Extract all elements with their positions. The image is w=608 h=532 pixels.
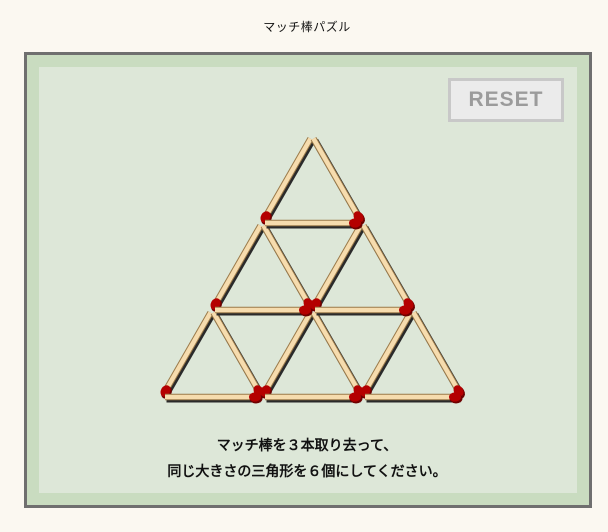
- match-stick[interactable]: [315, 305, 413, 317]
- match-head: [399, 305, 411, 315]
- match-stick[interactable]: [259, 136, 316, 227]
- match-stick[interactable]: [209, 223, 266, 314]
- match-stick[interactable]: [265, 392, 363, 404]
- match-head: [449, 392, 461, 402]
- match-stick[interactable]: [215, 305, 313, 317]
- match-stick[interactable]: [260, 223, 317, 314]
- match-head: [249, 392, 261, 402]
- match-stick[interactable]: [410, 310, 467, 401]
- match-stick[interactable]: [309, 223, 366, 314]
- instructions: マッチ棒を３本取り去って、 同じ大きさの三角形を６個にしてください。: [0, 433, 608, 485]
- match-stick[interactable]: [360, 223, 417, 314]
- match-stick[interactable]: [310, 310, 367, 401]
- match-stick[interactable]: [265, 218, 363, 230]
- match-stick[interactable]: [365, 392, 463, 404]
- match-stick[interactable]: [165, 392, 263, 404]
- instruction-line-2: 同じ大きさの三角形を６個にしてください。: [167, 464, 447, 480]
- match-stick[interactable]: [359, 310, 416, 401]
- match-head: [349, 392, 361, 402]
- match-stick[interactable]: [210, 310, 267, 401]
- match-stick[interactable]: [159, 310, 216, 401]
- match-stick[interactable]: [259, 310, 316, 401]
- match-head: [349, 218, 361, 228]
- instruction-line-1: マッチ棒を３本取り去って、: [216, 438, 398, 454]
- match-stick[interactable]: [310, 136, 367, 227]
- match-head: [299, 305, 311, 315]
